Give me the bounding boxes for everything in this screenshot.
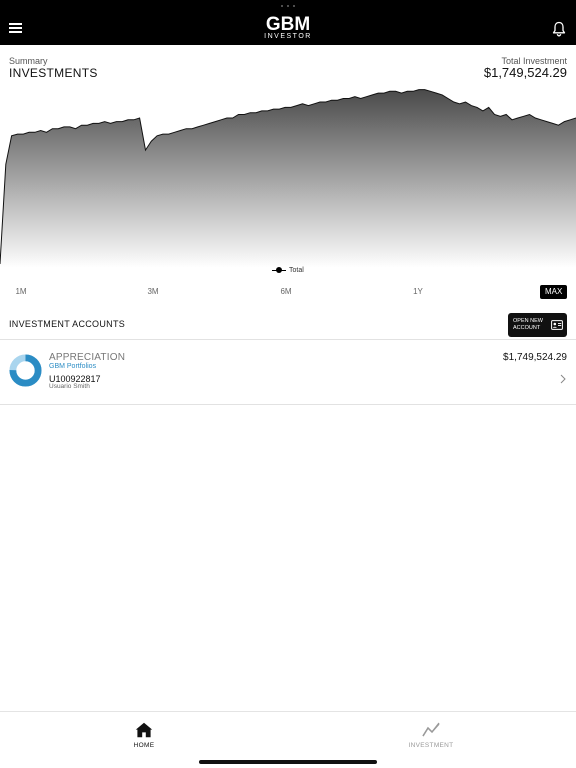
logo-sub-text: INVESTOR bbox=[264, 33, 312, 40]
divider bbox=[0, 404, 576, 405]
investment-area-chart[interactable] bbox=[0, 84, 576, 268]
open-new-account-label: OPEN NEW ACCOUNT bbox=[513, 318, 543, 331]
nav-item-investment[interactable]: INVESTMENT bbox=[391, 722, 471, 752]
account-provider: GBM Portfolios bbox=[49, 363, 97, 370]
nav-label-investment: INVESTMENT bbox=[408, 742, 454, 749]
range-button-6m[interactable]: 6M bbox=[277, 285, 295, 299]
total-investment-value: $1,749,524.29 bbox=[483, 65, 567, 80]
range-button-3m[interactable]: 3M bbox=[144, 285, 162, 299]
app-logo: GBM INVESTOR bbox=[238, 14, 338, 42]
range-button-max[interactable]: MAX bbox=[540, 285, 568, 299]
account-name: APPRECIATION bbox=[49, 352, 126, 363]
legend-label-total: Total bbox=[289, 266, 304, 274]
logo-main-text: GBM bbox=[265, 14, 311, 35]
chart-line-icon bbox=[422, 722, 440, 737]
open-new-account-button[interactable]: OPEN NEW ACCOUNT bbox=[508, 313, 567, 337]
hamburger-menu-icon[interactable] bbox=[9, 23, 22, 34]
bell-icon[interactable] bbox=[552, 21, 566, 37]
range-button-1y[interactable]: 1Y bbox=[409, 285, 427, 299]
home-icon bbox=[135, 722, 153, 738]
section-title-accounts: INVESTMENT ACCOUNTS bbox=[9, 319, 126, 329]
multitasking-dots[interactable] bbox=[281, 5, 295, 8]
nav-label-home: HOME bbox=[133, 742, 155, 749]
nav-item-home[interactable]: HOME bbox=[104, 722, 184, 752]
allocation-donut-icon bbox=[9, 354, 42, 387]
home-indicator[interactable] bbox=[199, 760, 377, 764]
chevron-right-icon[interactable] bbox=[560, 374, 566, 384]
account-row[interactable]: APPRECIATION GBM Portfolios U100922817 U… bbox=[0, 340, 576, 404]
page-title: INVESTMENTS bbox=[9, 66, 98, 80]
chart-series-total-area bbox=[0, 89, 576, 268]
top-bar: GBM INVESTOR bbox=[0, 0, 576, 45]
chart-legend: Total bbox=[272, 264, 304, 276]
summary-label: Summary bbox=[9, 56, 48, 66]
account-value: $1,749,524.29 bbox=[503, 352, 567, 363]
range-button-1m[interactable]: 1M bbox=[12, 285, 30, 299]
legend-marker-icon bbox=[272, 266, 286, 273]
id-card-icon bbox=[551, 320, 563, 330]
account-owner: Usuario Smith bbox=[49, 383, 90, 390]
